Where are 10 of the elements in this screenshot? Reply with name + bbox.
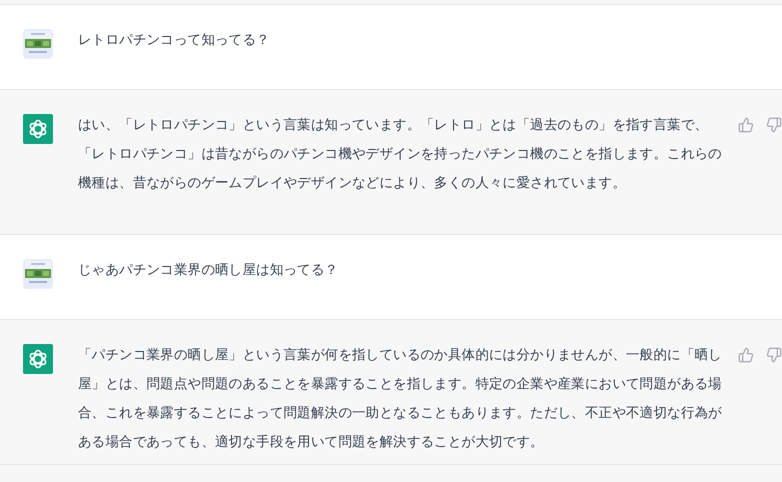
thumbs-down-icon[interactable] [766, 347, 782, 363]
assistant-logo-icon [23, 114, 53, 144]
assistant-message: はい、「レトロパチンコ」という言葉は知っています。「レトロ」とは「過去のもの」を指す言葉で、「レトロパチンコ」は昔ながらのパチンコ機やデザインを持ったパチンコ機のことを指します。これらの機種は、昔ながらのゲームプレイやデザインなどにより、多くの人々に愛されています。 [78, 116, 723, 193]
assistant-logo-icon [23, 344, 53, 374]
thumbs-up-icon[interactable] [738, 347, 754, 363]
thumbs-down-icon[interactable] [766, 117, 782, 133]
user-message: レトロパチンコって知ってる？ [78, 31, 271, 50]
assistant-message: 「パチンコ業界の晒し屋」という言葉が何を指しているのか具体的には分かりませんが、一般的に「晒し屋」とは、問題点や問題のあることを暴露することを指します。特定の企業や産業において問題がある場合、これを暴露することによって問題解決の一助となることもあります。ただし、不正や不適切な行為がある場合であっても、適切な手段を用いて問題を解決することが大切です。 [78, 346, 723, 452]
user-message: じゃあパチンコ業界の晒し屋は知ってる？ [78, 261, 340, 280]
thumbs-up-icon[interactable] [738, 117, 754, 133]
